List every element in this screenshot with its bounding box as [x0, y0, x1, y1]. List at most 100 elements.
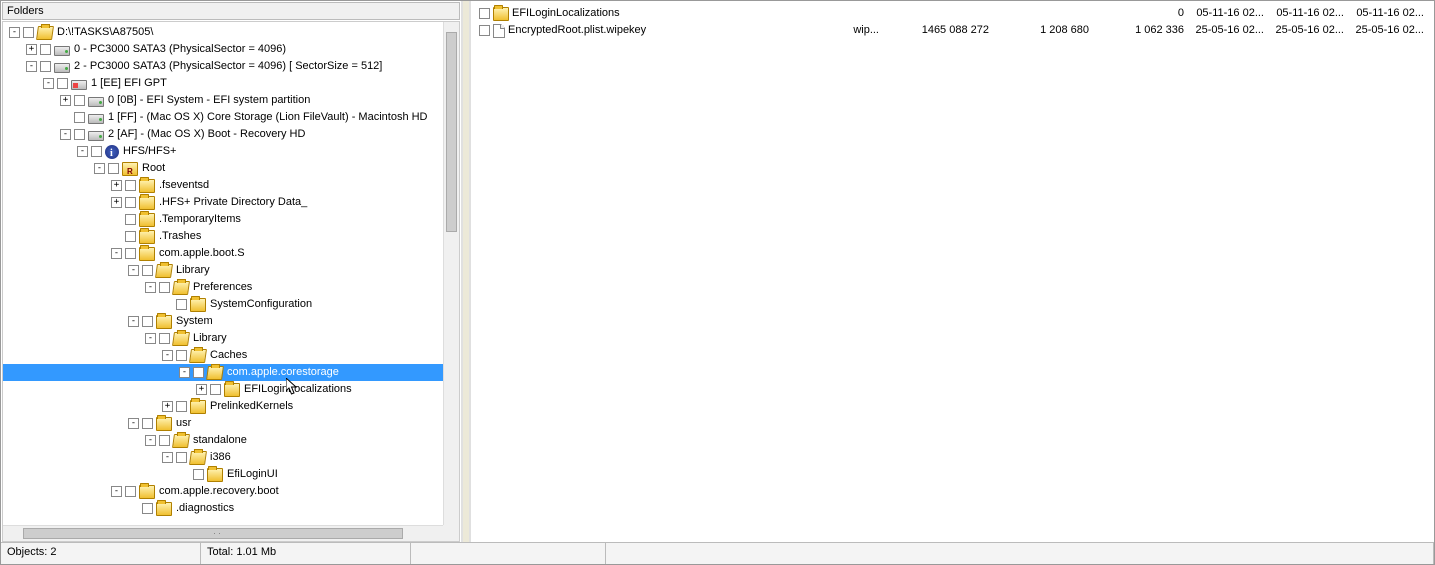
collapse-icon[interactable]: - — [145, 435, 156, 446]
collapse-icon[interactable]: - — [111, 486, 122, 497]
checkbox[interactable] — [57, 78, 68, 89]
tree-row[interactable]: SystemConfiguration — [3, 296, 443, 313]
tree-label: com.apple.corestorage — [226, 364, 339, 381]
expand-icon[interactable]: + — [26, 44, 37, 55]
collapse-icon[interactable]: - — [179, 367, 190, 378]
tree-row[interactable]: -2 - PC3000 SATA3 (PhysicalSector = 4096… — [3, 58, 443, 75]
checkbox[interactable] — [479, 8, 490, 19]
checkbox[interactable] — [210, 384, 221, 395]
tree-row[interactable]: +EFILoginLocalizations — [3, 381, 443, 398]
vertical-scrollbar[interactable] — [443, 22, 459, 525]
tree-row[interactable]: -com.apple.recovery.boot — [3, 483, 443, 500]
collapse-icon[interactable]: - — [77, 146, 88, 157]
tree-row[interactable]: -HFS/HFS+ — [3, 143, 443, 160]
tree-row[interactable]: -com.apple.boot.S — [3, 245, 443, 262]
tree-row[interactable]: .TemporaryItems — [3, 211, 443, 228]
checkbox[interactable] — [74, 129, 85, 140]
checkbox[interactable] — [142, 265, 153, 276]
checkbox[interactable] — [479, 25, 490, 36]
tree-row[interactable]: .diagnostics — [3, 500, 443, 517]
collapse-icon[interactable]: - — [26, 61, 37, 72]
checkbox[interactable] — [176, 299, 187, 310]
drive-icon — [88, 97, 104, 107]
collapse-icon[interactable]: - — [128, 418, 139, 429]
horizontal-scrollbar[interactable] — [3, 525, 443, 541]
tree-row[interactable]: +.fseventsd — [3, 177, 443, 194]
collapse-icon[interactable]: - — [128, 265, 139, 276]
tree-row[interactable]: -Library — [3, 330, 443, 347]
checkbox[interactable] — [125, 248, 136, 259]
tree-row[interactable]: -usr — [3, 415, 443, 432]
checkbox[interactable] — [125, 214, 136, 225]
checkbox[interactable] — [193, 367, 204, 378]
file-row[interactable]: EFILoginLocalizations005-11-16 02...05-1… — [471, 5, 1434, 22]
expand-icon[interactable]: + — [60, 95, 71, 106]
tree-row[interactable]: -i386 — [3, 449, 443, 466]
checkbox[interactable] — [193, 469, 204, 480]
collapse-icon[interactable]: - — [111, 248, 122, 259]
checkbox[interactable] — [125, 231, 136, 242]
tree-row[interactable]: - com.apple.corestorage — [3, 364, 443, 381]
collapse-icon[interactable]: - — [128, 316, 139, 327]
checkbox[interactable] — [125, 197, 136, 208]
collapse-icon[interactable]: - — [162, 452, 173, 463]
expand-icon[interactable]: + — [162, 401, 173, 412]
checkbox[interactable] — [125, 486, 136, 497]
checkbox[interactable] — [159, 333, 170, 344]
expand-icon[interactable]: + — [196, 384, 207, 395]
collapse-icon[interactable]: - — [94, 163, 105, 174]
tree-row[interactable]: -Caches — [3, 347, 443, 364]
collapse-icon[interactable]: - — [145, 333, 156, 344]
checkbox[interactable] — [40, 61, 51, 72]
checkbox[interactable] — [125, 180, 136, 191]
file-row[interactable]: EncryptedRoot.plist.wipekeywip...1465 08… — [471, 22, 1434, 39]
expand-icon[interactable]: + — [111, 197, 122, 208]
file-col-d2: 25-05-16 02... — [1274, 22, 1354, 39]
tree-row[interactable]: -1 [EE] EFI GPT — [3, 75, 443, 92]
drive-red-icon — [71, 80, 87, 90]
tree-label: .HFS+ Private Directory Data_ — [158, 194, 307, 211]
tree-row[interactable]: -standalone — [3, 432, 443, 449]
checkbox[interactable] — [23, 27, 34, 38]
folder-tree[interactable]: - D:\!TASKS\A87505\+0 - PC3000 SATA3 (Phy… — [3, 22, 443, 525]
checkbox[interactable] — [74, 95, 85, 106]
tree-row[interactable]: -Root — [3, 160, 443, 177]
tree-row[interactable]: +PrelinkedKernels — [3, 398, 443, 415]
checkbox[interactable] — [91, 146, 102, 157]
file-name: EncryptedRoot.plist.wipekey — [508, 22, 646, 39]
collapse-icon[interactable]: - — [145, 282, 156, 293]
folder-icon — [493, 7, 509, 21]
tree-label: D:\!TASKS\A87505\ — [56, 24, 153, 41]
tree-row[interactable]: +0 [0B] - EFI System - EFI system partit… — [3, 92, 443, 109]
tree-label: .Trashes — [158, 228, 201, 245]
checkbox[interactable] — [74, 112, 85, 123]
checkbox[interactable] — [176, 401, 187, 412]
tree-row[interactable]: -2 [AF] - (Mac OS X) Boot - Recovery HD — [3, 126, 443, 143]
checkbox[interactable] — [142, 418, 153, 429]
checkbox[interactable] — [159, 282, 170, 293]
tree-row[interactable]: 1 [FF] - (Mac OS X) Core Storage (Lion F… — [3, 109, 443, 126]
checkbox[interactable] — [40, 44, 51, 55]
tree-row[interactable]: -Preferences — [3, 279, 443, 296]
tree-row[interactable]: EfiLoginUI — [3, 466, 443, 483]
checkbox[interactable] — [159, 435, 170, 446]
collapse-icon[interactable]: - — [9, 27, 20, 38]
collapse-icon[interactable]: - — [60, 129, 71, 140]
file-list[interactable]: EFILoginLocalizations005-11-16 02...05-1… — [471, 1, 1434, 542]
expand-icon[interactable]: + — [111, 180, 122, 191]
checkbox[interactable] — [176, 350, 187, 361]
scroll-thumb[interactable] — [446, 32, 457, 232]
checkbox[interactable] — [176, 452, 187, 463]
checkbox[interactable] — [142, 316, 153, 327]
checkbox[interactable] — [142, 503, 153, 514]
scroll-thumb[interactable] — [23, 528, 403, 539]
tree-row[interactable]: - D:\!TASKS\A87505\ — [3, 24, 443, 41]
collapse-icon[interactable]: - — [162, 350, 173, 361]
tree-row[interactable]: + .HFS+ Private Directory Data_ — [3, 194, 443, 211]
tree-row[interactable]: +0 - PC3000 SATA3 (PhysicalSector = 4096… — [3, 41, 443, 58]
tree-row[interactable]: -Library — [3, 262, 443, 279]
collapse-icon[interactable]: - — [43, 78, 54, 89]
checkbox[interactable] — [108, 163, 119, 174]
tree-row[interactable]: .Trashes — [3, 228, 443, 245]
tree-row[interactable]: -System — [3, 313, 443, 330]
